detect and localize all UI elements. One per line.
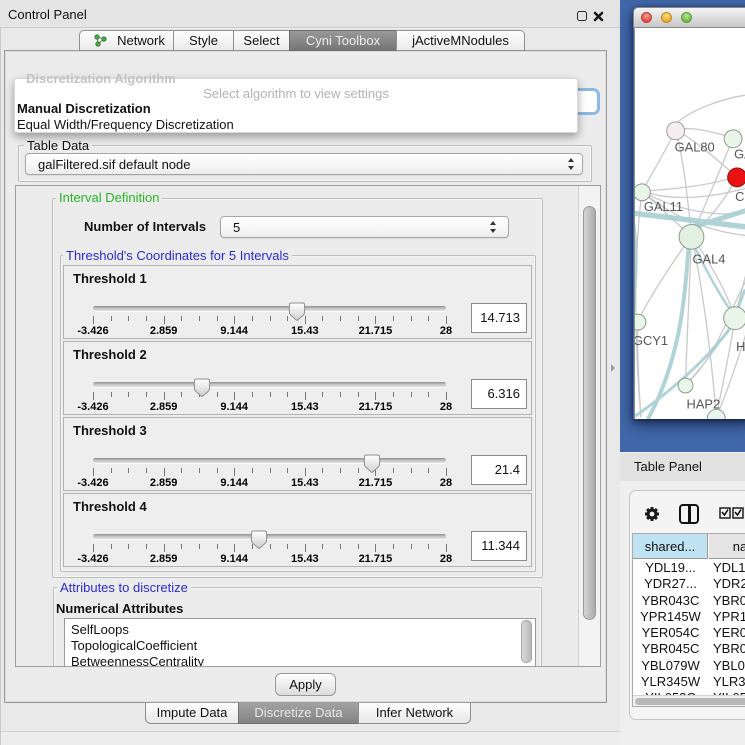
svg-text:GAL2: GAL2 xyxy=(734,147,745,162)
svg-text:GAL11: GAL11 xyxy=(644,199,683,214)
svg-text:GCY1: GCY1 xyxy=(634,333,668,348)
svg-text:HAP2: HAP2 xyxy=(687,396,721,411)
svg-text:CDC6: CDC6 xyxy=(735,189,745,204)
svg-text:GAL4: GAL4 xyxy=(692,252,725,267)
svg-text:GAL80: GAL80 xyxy=(675,140,715,155)
svg-text:HIS4: HIS4 xyxy=(736,339,745,354)
